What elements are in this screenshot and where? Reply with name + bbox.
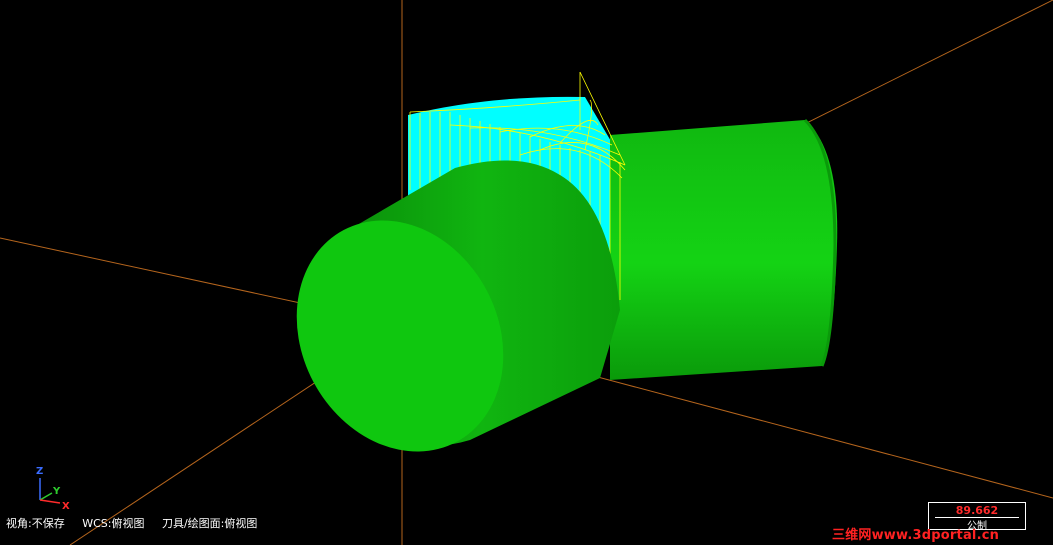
- triad-z-label: Z: [36, 466, 44, 477]
- view-angle-status: 视角:不保存: [6, 517, 65, 530]
- scale-value: 89.662: [955, 504, 999, 517]
- axis-triad-labels: Z Y X: [30, 464, 80, 514]
- tool-plane-status: 刀具/绘图面:俯视图: [161, 517, 258, 530]
- right-cylinder[interactable]: [610, 120, 838, 380]
- triad-x-label: X: [62, 501, 70, 512]
- graphics-viewport[interactable]: [0, 0, 1053, 545]
- triad-y-label: Y: [53, 486, 61, 497]
- watermark-text: 三维网www.3dportal.cn: [832, 528, 1000, 543]
- wcs-status: WCS:俯视图: [82, 517, 145, 530]
- status-bar: 视角:不保存 WCS:俯视图 刀具/绘图面:俯视图: [6, 515, 271, 531]
